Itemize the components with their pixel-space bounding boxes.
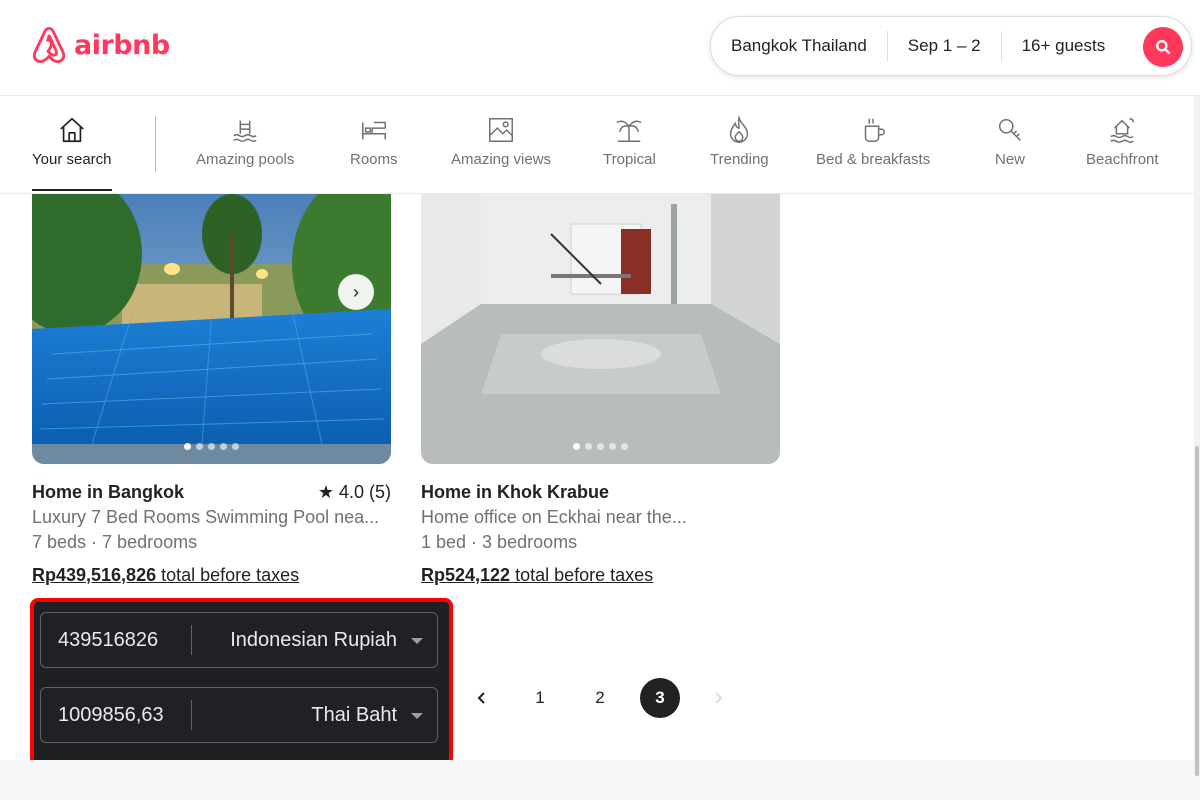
interior-photo — [421, 194, 780, 464]
airbnb-logo[interactable]: airbnb — [30, 24, 170, 66]
page-1-button[interactable]: 1 — [520, 678, 560, 718]
chevron-right-icon: › — [353, 281, 359, 302]
palm-icon — [616, 120, 642, 142]
category-tropical[interactable]: Tropical — [603, 115, 656, 168]
price-suffix: total before taxes — [156, 565, 300, 585]
converter-from-value[interactable]: 439516826 — [41, 629, 191, 652]
category-new[interactable]: New — [995, 115, 1025, 168]
airbnb-logo-icon — [32, 26, 66, 64]
photo-dot[interactable] — [585, 443, 592, 450]
price-suffix: total before taxes — [510, 565, 654, 585]
photo-dot[interactable] — [220, 443, 227, 450]
currency-converter: 439516826 Indonesian Rupiah 1009856,63 T… — [30, 598, 453, 766]
star-icon: ★ — [317, 482, 339, 502]
next-photo-button[interactable]: › — [338, 274, 374, 310]
category-label: New — [995, 151, 1026, 168]
next-page-button[interactable] — [698, 678, 738, 718]
chevron-left-icon — [477, 692, 485, 704]
category-label: Trending — [710, 151, 769, 168]
dropdown-caret-icon — [411, 637, 423, 644]
category-label: Rooms — [350, 151, 398, 168]
dropdown-caret-icon — [411, 712, 423, 719]
listing-rating: ★ 4.0 (5) — [318, 482, 391, 503]
photo-dot[interactable] — [196, 443, 203, 450]
category-label: Your search — [32, 151, 112, 168]
photo-dot[interactable] — [184, 443, 191, 450]
photo-dot[interactable] — [232, 443, 239, 450]
converter-to-currency[interactable]: Thai Baht — [192, 704, 437, 727]
pool-villa-photo — [32, 194, 391, 464]
converter-from-currency[interactable]: Indonesian Rupiah — [192, 629, 437, 652]
photo-dot[interactable] — [609, 443, 616, 450]
beach-icon — [1110, 118, 1135, 143]
search-guests[interactable]: 16+ guests — [1002, 31, 1126, 61]
category-label: Amazing views — [451, 151, 552, 168]
listing-description: Home office on Eckhai near the... — [421, 507, 687, 527]
active-underline — [32, 189, 112, 191]
listing-card[interactable]: Home in Khok Krabue Home office on Eckha… — [421, 194, 780, 586]
photo-dot[interactable] — [621, 443, 628, 450]
search-icon — [1156, 40, 1171, 55]
site-header: airbnb Bangkok Thailand Sep 1 – 2 16+ gu… — [0, 0, 1200, 96]
photo-dots — [421, 443, 780, 450]
scrollbar-thumb[interactable] — [1195, 446, 1199, 776]
category-bar: Your search Amazing pools Rooms Amazing … — [0, 97, 1200, 194]
category-label: Bed & breakfasts — [816, 151, 931, 168]
listing-beds: 1 bed · 3 bedrooms — [421, 532, 578, 552]
page-3-button[interactable]: 3 — [640, 678, 680, 718]
listing-title[interactable]: Home in Khok Krabue — [421, 482, 609, 503]
price-amount: Rp524,122 — [421, 565, 511, 585]
currency-label: Indonesian Rupiah — [230, 628, 397, 651]
converter-to-row[interactable]: 1009856,63 Thai Baht — [40, 687, 438, 743]
category-trending[interactable]: Trending — [710, 115, 769, 168]
category-amazing-pools[interactable]: Amazing pools — [196, 115, 294, 168]
category-bed-and-breakfasts[interactable]: Bed & breakfasts — [816, 115, 930, 168]
listing-title[interactable]: Home in Bangkok — [32, 482, 184, 503]
chevron-right-icon — [715, 692, 723, 704]
category-amazing-views[interactable]: Amazing views — [451, 115, 551, 168]
photo-dots — [32, 443, 391, 450]
listing-card[interactable]: › Home in Bangkok ★ 4.0 (5) Luxury 7 Bed… — [32, 194, 391, 586]
pool-icon — [233, 120, 257, 142]
view-icon — [489, 118, 514, 142]
page-2-button[interactable]: 2 — [580, 678, 620, 718]
converter-from-row[interactable]: 439516826 Indonesian Rupiah — [40, 612, 438, 668]
listing-beds: 7 beds · 7 bedrooms — [32, 532, 198, 552]
search-bar[interactable]: Bangkok Thailand Sep 1 – 2 16+ guests — [710, 16, 1192, 76]
photo-dot[interactable] — [597, 443, 604, 450]
category-label: Amazing pools — [196, 151, 295, 168]
rating-value: 4.0 (5) — [338, 482, 391, 502]
listing-photo[interactable]: › — [32, 194, 391, 464]
category-divider — [155, 116, 156, 172]
category-rooms[interactable]: Rooms — [350, 115, 398, 168]
search-location[interactable]: Bangkok Thailand — [711, 31, 887, 61]
listing-photo[interactable] — [421, 194, 780, 464]
flame-icon — [730, 115, 749, 143]
photo-dot[interactable] — [573, 443, 580, 450]
brand-name: airbnb — [74, 29, 170, 61]
converter-to-value[interactable]: 1009856,63 — [41, 704, 191, 727]
search-button[interactable] — [1143, 27, 1183, 67]
footer-area — [0, 760, 1200, 800]
scrollbar[interactable] — [1194, 96, 1200, 776]
category-beachfront[interactable]: Beachfront — [1086, 115, 1159, 168]
coffee-icon — [864, 118, 886, 142]
category-label: Beachfront — [1086, 151, 1159, 168]
currency-label: Thai Baht — [311, 703, 397, 726]
category-your-search[interactable]: Your search — [32, 115, 112, 191]
home-icon — [59, 117, 84, 143]
photo-dot[interactable] — [208, 443, 215, 450]
listing-price[interactable]: Rp439,516,826 total before taxes — [32, 565, 391, 586]
search-dates[interactable]: Sep 1 – 2 — [888, 31, 1001, 61]
listing-price[interactable]: Rp524,122 total before taxes — [421, 565, 780, 586]
category-label: Tropical — [603, 151, 656, 168]
price-amount: Rp439,516,826 — [32, 565, 157, 585]
bed-icon — [361, 121, 386, 140]
key-icon — [998, 118, 1021, 141]
prev-page-button[interactable] — [462, 678, 502, 718]
listing-description: Luxury 7 Bed Rooms Swimming Pool nea... — [32, 507, 380, 527]
